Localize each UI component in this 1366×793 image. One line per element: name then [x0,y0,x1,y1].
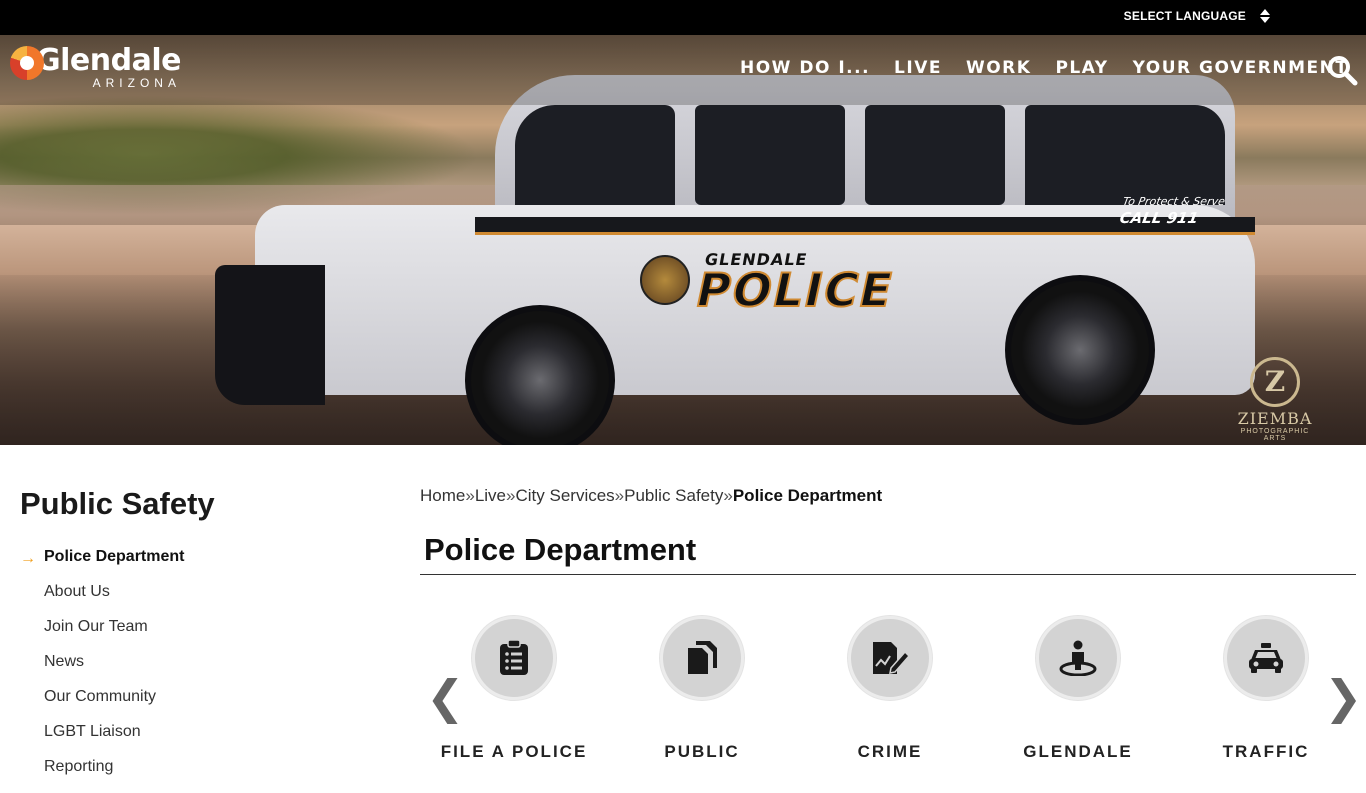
updown-arrows-icon [1260,9,1270,23]
documents-icon [688,641,717,674]
quick-links-carousel: ❮ FILE A POLICE PUBLIC CRIME GLENDALE TR… [420,616,1363,776]
tile-label: CRIME [857,742,923,761]
nav-live[interactable]: LIVE [894,58,942,78]
person-pin-icon [1059,640,1097,676]
front-wheel [465,305,615,445]
arrow-right-icon: → [20,550,36,567]
clipboard-icon [500,640,528,675]
main-nav: HOW DO I... LIVE WORK PLAY YOUR GOVERNME… [740,58,1348,78]
sidebar-item-join-our-team[interactable]: Join Our Team [20,618,360,653]
breadcrumb-home[interactable]: Home [420,486,465,505]
car-slogan: To Protect & Serve CALL 911 [1118,195,1227,228]
top-bar: SELECT LANGUAGE [0,0,1366,35]
rear-wheel [1005,275,1155,425]
nav-how-do-i[interactable]: HOW DO I... [740,58,870,78]
sidebar-item-our-community[interactable]: Our Community [20,688,360,723]
glendale-logo[interactable]: Glendale ARIZONA [10,44,181,90]
police-badge-icon [640,255,690,305]
tile-label: TRAFFIC [1222,742,1310,761]
tile-crime[interactable]: CRIME [810,616,970,762]
page-title: Police Department [420,532,1356,575]
search-button[interactable] [1326,54,1358,86]
tile-label: GLENDALE [1023,742,1133,761]
car-police-text: POLICE [690,262,900,318]
breadcrumb-current: Police Department [732,486,883,505]
glendale-logo-icon [10,46,44,80]
search-icon [1328,56,1358,86]
breadcrumb: Home»Live»City Services»Public Safety»Po… [420,486,883,505]
tile-file-police-report[interactable]: FILE A POLICE [434,616,594,762]
push-bumper [215,265,325,405]
breadcrumb-city-services[interactable]: City Services [515,486,614,505]
carousel-next-icon[interactable]: ❯ [1324,674,1363,720]
tile-glendale[interactable]: GLENDALE [998,616,1158,762]
sidebar-item-about-us[interactable]: About Us [20,583,360,618]
breadcrumb-live[interactable]: Live [475,486,506,505]
car-icon [1249,643,1283,673]
sidebar-item-police-department[interactable]: → Police Department [20,548,360,583]
logo-name: Glendale [36,43,181,78]
nav-work[interactable]: WORK [966,58,1031,78]
sidebar-title: Public Safety [20,486,215,521]
tile-label: PUBLIC [664,742,740,761]
tile-label: FILE A POLICE [440,742,588,761]
report-edit-icon [873,642,909,674]
photographer-watermark: Z ZIEMBA PHOTOGRAPHIC ARTS [1230,357,1320,442]
logo-sub: ARIZONA [92,76,181,90]
nav-play[interactable]: PLAY [1055,58,1108,78]
sidebar-item-news[interactable]: News [20,653,360,688]
ziemba-logo-icon: Z [1250,357,1300,407]
nav-your-government[interactable]: YOUR GOVERNMENT [1133,58,1349,78]
sidebar-item-lgbt-liaison[interactable]: LGBT Liaison [20,723,360,758]
language-selector[interactable]: SELECT LANGUAGE [1124,9,1270,23]
tile-traffic[interactable]: TRAFFIC [1186,616,1346,762]
sidebar: Public Safety → Police Department About … [20,486,360,793]
breadcrumb-public-safety[interactable]: Public Safety [624,486,723,505]
sidebar-item-reporting[interactable]: Reporting [20,758,360,793]
tile-public-records[interactable]: PUBLIC [622,616,782,762]
main-content: Home»Live»City Services»Public Safety»Po… [420,486,1363,761]
language-label: SELECT LANGUAGE [1123,9,1246,23]
sidebar-menu: → Police Department About Us Join Our Te… [20,548,360,793]
police-car-photo: GLENDALE POLICE To Protect & Serve CALL … [215,75,1255,445]
